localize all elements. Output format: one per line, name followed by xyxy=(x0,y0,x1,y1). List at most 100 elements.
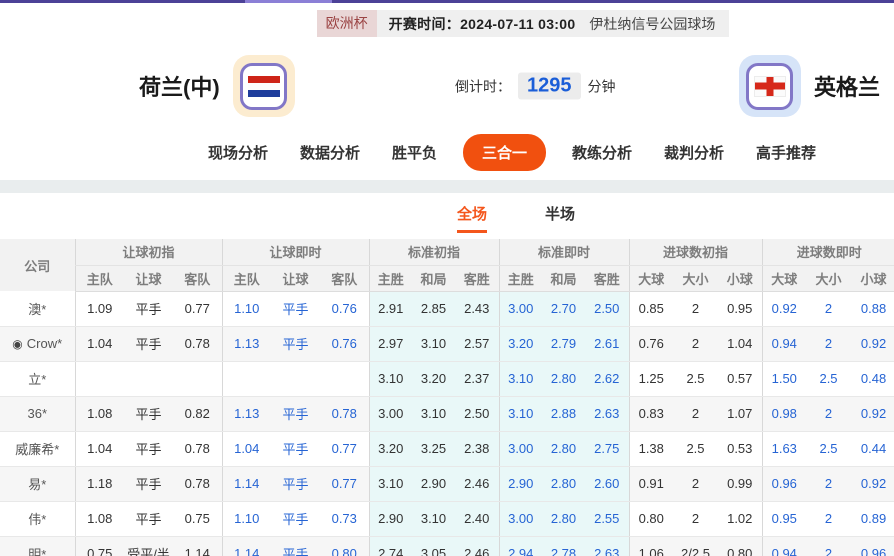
odds-cell: 平手 xyxy=(271,501,320,536)
odds-cell: 2 xyxy=(806,466,851,501)
odds-cell: 2/2.5 xyxy=(673,536,718,556)
company-name[interactable]: 立* xyxy=(0,361,75,396)
away-team-flag-icon xyxy=(739,55,801,117)
odds-cell: 3.05 xyxy=(412,536,455,556)
home-team-flag-icon xyxy=(233,55,295,117)
group-header-3: 标准即时 xyxy=(499,239,629,265)
odds-cell: 0.95 xyxy=(762,501,806,536)
countdown-unit: 分钟 xyxy=(588,76,616,96)
odds-cell: 0.80 xyxy=(629,501,673,536)
odds-cell: 0.98 xyxy=(762,396,806,431)
odds-cell: 2.60 xyxy=(585,466,629,501)
nav-tab-2[interactable]: 胜平负 xyxy=(376,142,453,163)
odds-cell: 2 xyxy=(806,501,851,536)
odds-cell: 2 xyxy=(806,396,851,431)
odds-cell: 0.96 xyxy=(762,466,806,501)
odds-cell: 0.77 xyxy=(320,431,369,466)
company-name-label: 36* xyxy=(27,406,47,421)
table-row: 明*0.75受平/半1.141.14平手0.802.743.052.462.94… xyxy=(0,536,894,556)
odds-cell: 2.50 xyxy=(585,291,629,326)
odds-cell: 2.88 xyxy=(542,396,585,431)
soccer-ball-icon: ◉ xyxy=(12,337,22,351)
odds-cell: 平手 xyxy=(271,431,320,466)
odds-cell: 2.97 xyxy=(369,326,412,361)
odds-cell: 2.75 xyxy=(585,431,629,466)
company-name[interactable]: 明* xyxy=(0,536,75,556)
odds-cell: 2.62 xyxy=(585,361,629,396)
odds-cell: 平手 xyxy=(124,431,173,466)
odds-cell: 3.20 xyxy=(412,361,455,396)
odds-cell: 平手 xyxy=(124,466,173,501)
odds-cell: 0.76 xyxy=(629,326,673,361)
company-name[interactable]: 伟* xyxy=(0,501,75,536)
odds-cell: 1.25 xyxy=(629,361,673,396)
odds-cell: 3.00 xyxy=(369,396,412,431)
table-row: 立*3.103.202.373.102.802.621.252.50.571.5… xyxy=(0,361,894,396)
nav-tab-0[interactable]: 现场分析 xyxy=(192,142,284,163)
company-name[interactable]: ◉Crow* xyxy=(0,326,75,361)
odds-cell: 0.57 xyxy=(718,361,762,396)
odds-cell: 0.77 xyxy=(173,291,222,326)
sub-header-3-0: 主胜 xyxy=(499,265,542,291)
company-name[interactable]: 36* xyxy=(0,396,75,431)
nav-tab-1[interactable]: 数据分析 xyxy=(284,142,376,163)
netherlands-flag-icon xyxy=(248,76,280,97)
nav-tab-5[interactable]: 裁判分析 xyxy=(648,142,740,163)
odds-cell: 3.10 xyxy=(412,501,455,536)
sub-header-1-1: 让球 xyxy=(271,265,320,291)
group-header-5: 进球数即时 xyxy=(762,239,894,265)
company-name-label: 立* xyxy=(28,372,46,387)
odds-cell: 0.77 xyxy=(320,466,369,501)
odds-cell: 0.92 xyxy=(851,396,894,431)
odds-cell: 平手 xyxy=(271,326,320,361)
table-row: 易*1.18平手0.781.14平手0.773.102.902.462.902.… xyxy=(0,466,894,501)
odds-cell: 2.38 xyxy=(455,431,499,466)
countdown-label: 倒计时： xyxy=(455,76,511,96)
odds-cell: 3.00 xyxy=(499,291,542,326)
company-name[interactable]: 易* xyxy=(0,466,75,501)
subtab-0[interactable]: 全场 xyxy=(457,203,487,233)
odds-cell: 1.08 xyxy=(75,396,124,431)
odds-cell: 2 xyxy=(806,291,851,326)
countdown: 倒计时： 1295 分钟 xyxy=(455,73,616,100)
odds-cell: 平手 xyxy=(271,291,320,326)
odds-cell: 2.5 xyxy=(673,431,718,466)
countdown-value: 1295 xyxy=(518,73,581,100)
odds-cell: 2.70 xyxy=(542,291,585,326)
nav-tab-4[interactable]: 教练分析 xyxy=(556,142,648,163)
odds-cell: 1.09 xyxy=(75,291,124,326)
nav-tab-6[interactable]: 高手推荐 xyxy=(740,142,832,163)
odds-cell: 3.10 xyxy=(499,396,542,431)
odds-cell: 2.46 xyxy=(455,466,499,501)
odds-cell: 0.78 xyxy=(173,326,222,361)
subtab-1[interactable]: 半场 xyxy=(545,203,575,233)
odds-cell: 3.10 xyxy=(499,361,542,396)
odds-cell: 2.50 xyxy=(455,396,499,431)
odds-cell: 0.99 xyxy=(718,466,762,501)
odds-cell: 2.40 xyxy=(455,501,499,536)
company-name[interactable]: 威廉希* xyxy=(0,431,75,466)
odds-cell: 1.10 xyxy=(222,291,271,326)
group-header-4: 进球数初指 xyxy=(629,239,762,265)
period-subtabs: 全场 半场 xyxy=(69,203,894,233)
odds-cell: 2 xyxy=(806,326,851,361)
nav-tab-3[interactable]: 三合一 xyxy=(463,134,546,171)
company-name[interactable]: 澳* xyxy=(0,291,75,326)
odds-cell: 1.14 xyxy=(173,536,222,556)
odds-cell: 1.06 xyxy=(629,536,673,556)
odds-cell: 0.88 xyxy=(851,291,894,326)
odds-cell: 2 xyxy=(673,326,718,361)
odds-cell: 0.92 xyxy=(851,466,894,501)
odds-cell: 0.92 xyxy=(851,326,894,361)
odds-cell: 1.04 xyxy=(718,326,762,361)
venue-name: 伊杜纳信号公园球场 xyxy=(589,14,715,34)
odds-cell: 2.79 xyxy=(542,326,585,361)
odds-cell: 平手 xyxy=(271,396,320,431)
odds-cell: 1.13 xyxy=(222,396,271,431)
odds-cell: 1.02 xyxy=(718,501,762,536)
odds-cell: 3.10 xyxy=(412,396,455,431)
sub-header-4-1: 大小 xyxy=(673,265,718,291)
match-header: 荷兰(中) 倒计时： 1295 分钟 英格兰 xyxy=(0,49,894,123)
top-accent-bar-highlight xyxy=(245,0,332,3)
odds-cell: 0.83 xyxy=(629,396,673,431)
